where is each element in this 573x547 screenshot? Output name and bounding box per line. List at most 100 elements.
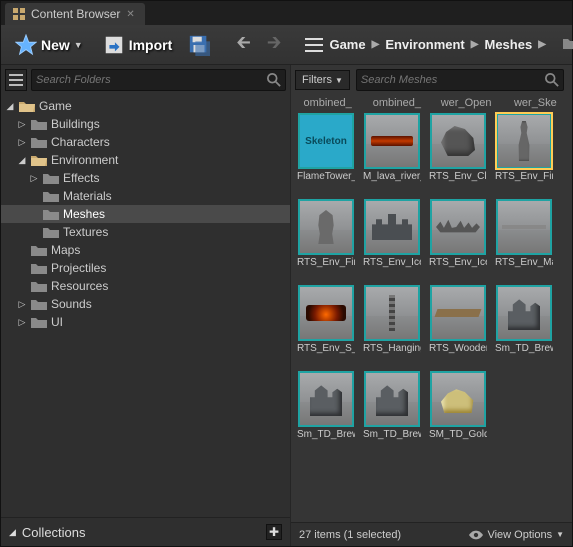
asset-thumbnail[interactable]: [298, 371, 354, 427]
main-split: ◢Game▷Buildings▷Characters◢Environment▷E…: [1, 65, 572, 546]
tree-item-sounds[interactable]: ▷ Sounds: [1, 295, 290, 313]
asset-thumbnail[interactable]: [430, 285, 486, 341]
view-options-button[interactable]: View Options ▼: [469, 529, 564, 541]
asset-item[interactable]: RTS_Env_MainFlo: [495, 199, 553, 281]
folder-icon: [43, 226, 59, 238]
toggle-sources-button[interactable]: [5, 69, 27, 91]
breadcrumb-item[interactable]: Meshes: [484, 37, 532, 52]
tree-item-label: Projectiles: [51, 261, 106, 275]
tree-item-label: Game: [39, 99, 72, 113]
search-folders-field[interactable]: [31, 69, 286, 91]
asset-item[interactable]: SM_TD_Gold_Pile: [429, 371, 487, 453]
import-button[interactable]: Import: [97, 30, 179, 60]
tree-item-buildings[interactable]: ▷Buildings: [1, 115, 290, 133]
folder-icon: [31, 154, 47, 166]
expand-arrow-icon[interactable]: ▷: [17, 317, 27, 328]
tree-item-resources[interactable]: Resources: [1, 277, 290, 295]
asset-thumbnail[interactable]: [298, 285, 354, 341]
asset-label: wer_Ske: [505, 97, 566, 109]
chevron-right-icon[interactable]: ▶: [538, 39, 546, 50]
asset-thumbnail[interactable]: [496, 199, 552, 255]
tree-item-materials[interactable]: Materials: [1, 187, 290, 205]
expand-arrow-icon[interactable]: ▷: [29, 173, 39, 184]
asset-item[interactable]: RTS_Env_Ice_Fort_: [363, 199, 421, 281]
asset-thumbnail[interactable]: [364, 285, 420, 341]
search-icon: [267, 73, 281, 87]
asset-grid[interactable]: ombined_ombined_wer_Openwer_SkeSkeletonF…: [291, 95, 572, 522]
asset-thumbnail[interactable]: [430, 199, 486, 255]
show-folder-button[interactable]: [562, 36, 573, 53]
breadcrumb-item[interactable]: Game: [329, 37, 365, 52]
asset-item[interactable]: Sm_TD_Brewery_0: [363, 371, 421, 453]
asset-label: RTS_Env_Fire_Nor: [297, 257, 355, 281]
expand-arrow-icon[interactable]: ▷: [17, 137, 27, 148]
tree-item-maps[interactable]: Maps: [1, 241, 290, 259]
tree-item-textures[interactable]: Textures: [1, 223, 290, 241]
asset-thumbnail[interactable]: [430, 113, 486, 169]
tree-item-effects[interactable]: ▷Effects: [1, 169, 290, 187]
asset-item[interactable]: RTS_Wooden_Plan: [429, 285, 487, 367]
asset-thumbnail[interactable]: [364, 371, 420, 427]
tree-item-label: Materials: [63, 189, 112, 203]
asset-thumbnail[interactable]: [430, 371, 486, 427]
asset-thumbnail[interactable]: [298, 199, 354, 255]
chevron-right-icon[interactable]: ▶: [471, 39, 479, 50]
search-assets-field[interactable]: [356, 69, 564, 91]
search-folders-input[interactable]: [36, 74, 267, 86]
asset-label: RTS_Hanging_Chai: [363, 343, 421, 367]
asset-item[interactable]: M_lava_river_01: [363, 113, 421, 195]
folder-icon: [43, 172, 59, 184]
asset-item[interactable]: RTS_Hanging_Chai: [363, 285, 421, 367]
folder-icon: [31, 244, 47, 256]
asset-label: FlameTower_Ske: [297, 171, 355, 195]
tree-item-game[interactable]: ◢ Game: [1, 97, 290, 115]
import-icon: [103, 34, 125, 56]
folder-icon: [31, 136, 47, 148]
asset-thumbnail[interactable]: [496, 285, 552, 341]
content-browser-window: Content Browser ✕ New ▼ Import 🡰 🡲 Game …: [0, 0, 573, 547]
new-button[interactable]: New ▼: [9, 30, 89, 60]
breadcrumb-item[interactable]: Environment: [385, 37, 464, 52]
search-assets-input[interactable]: [361, 74, 545, 86]
expand-arrow-icon[interactable]: ◢: [5, 101, 15, 112]
tree-item-ui[interactable]: ▷UI: [1, 313, 290, 331]
chevron-down-icon[interactable]: ◢: [9, 527, 16, 538]
filters-button[interactable]: Filters ▼: [295, 70, 350, 90]
tree-item-meshes[interactable]: Meshes: [1, 205, 290, 223]
tree-item-label: Sounds: [51, 297, 92, 311]
asset-item[interactable]: RTS_Env_Cliffs_Cli: [429, 113, 487, 195]
folder-tree[interactable]: ◢Game▷Buildings▷Characters◢Environment▷E…: [1, 95, 290, 517]
expand-arrow-icon[interactable]: ▷: [17, 119, 27, 130]
asset-item[interactable]: RTS_Env_Fire_Nor: [297, 199, 355, 281]
save-all-button[interactable]: [186, 32, 212, 58]
asset-item[interactable]: SkeletonFlameTower_Ske: [297, 113, 355, 195]
tab-content-browser[interactable]: Content Browser ✕: [5, 3, 145, 25]
folder-icon: [31, 262, 47, 274]
asset-item[interactable]: RTS_Env_Fire_Gri: [495, 113, 553, 195]
asset-label: RTS_Env_Ice_Fort_: [429, 257, 487, 281]
asset-item[interactable]: Sm_TD_Brewery_01: [495, 285, 553, 367]
expand-arrow-icon[interactable]: ▷: [17, 299, 27, 310]
path-picker-icon[interactable]: [305, 38, 323, 52]
chevron-right-icon[interactable]: ▶: [372, 39, 380, 50]
toolbar: New ▼ Import 🡰 🡲 Game ▶ Environment ▶ Me…: [1, 25, 572, 65]
history-back-button[interactable]: 🡰: [232, 28, 255, 62]
expand-arrow-icon[interactable]: ◢: [17, 155, 27, 166]
asset-item[interactable]: Sm_TD_Brewery_0: [297, 371, 355, 453]
folder-icon: [31, 280, 47, 292]
folder-icon: [31, 298, 47, 310]
tree-item-environment[interactable]: ◢Environment: [1, 151, 290, 169]
add-collection-button[interactable]: ✚: [266, 524, 282, 540]
asset-thumbnail[interactable]: [496, 113, 552, 169]
asset-thumbnail[interactable]: [364, 199, 420, 255]
sources-panel: ◢Game▷Buildings▷Characters◢Environment▷E…: [1, 65, 291, 546]
close-icon[interactable]: ✕: [126, 9, 134, 20]
tree-item-projectiles[interactable]: Projectiles: [1, 259, 290, 277]
history-forward-button[interactable]: 🡲: [263, 28, 286, 62]
asset-thumbnail[interactable]: [364, 113, 420, 169]
asset-item[interactable]: RTS_Env_S_EV_Fo: [297, 285, 355, 367]
asset-item[interactable]: RTS_Env_Ice_Fort_: [429, 199, 487, 281]
asset-thumbnail[interactable]: Skeleton: [298, 113, 354, 169]
tree-item-label: Characters: [51, 135, 110, 149]
tree-item-characters[interactable]: ▷ Characters: [1, 133, 290, 151]
